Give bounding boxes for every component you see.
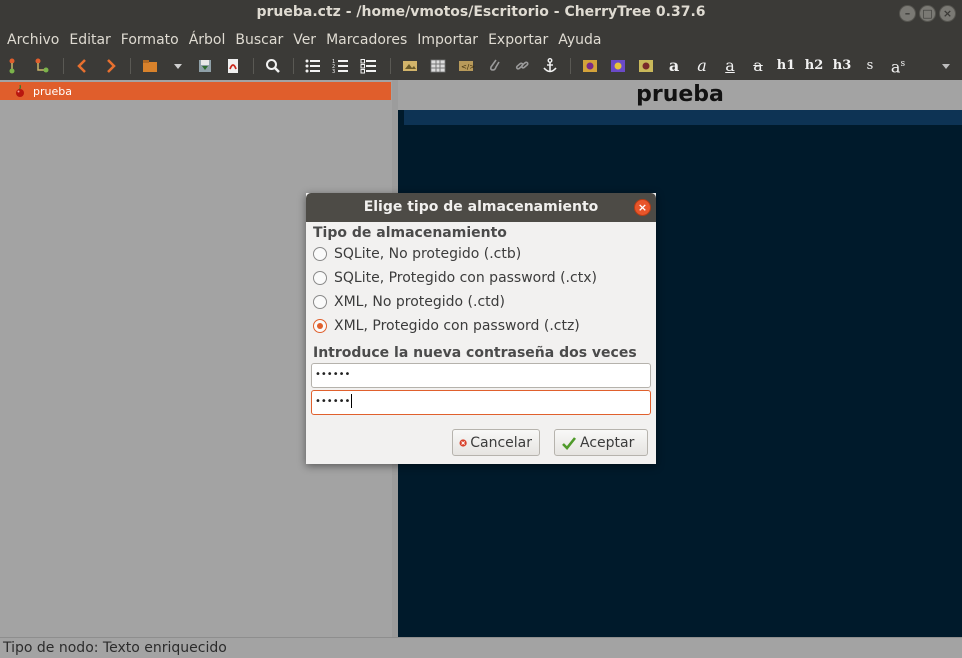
italic-icon[interactable]: a (691, 55, 713, 77)
toolbar-separator (63, 58, 64, 74)
minimize-icon[interactable]: – (899, 5, 916, 22)
h2-icon[interactable]: h2 (803, 55, 825, 77)
password-confirm-field[interactable]: •••••• (311, 390, 651, 415)
h1-icon[interactable]: h1 (775, 55, 797, 77)
radio-sqlite-unprotected[interactable]: SQLite, No protegido (.ctb) (313, 244, 521, 264)
radio-xml-unprotected[interactable]: XML, No protegido (.ctd) (313, 292, 505, 312)
checkmark-icon (562, 436, 577, 450)
menu-arbol[interactable]: Árbol (184, 28, 231, 52)
radio-button[interactable] (313, 271, 327, 285)
tree-node[interactable]: prueba (0, 82, 391, 100)
superscript-icon[interactable]: as (887, 55, 909, 77)
export-pdf-icon[interactable] (222, 55, 244, 77)
radio-label: XML, No protegido (.ctd) (334, 294, 505, 310)
radio-xml-protected[interactable]: XML, Protegido con password (.ctz) (313, 316, 580, 336)
menu-ayuda[interactable]: Ayuda (553, 28, 606, 52)
insert-file-icon[interactable] (483, 55, 505, 77)
svg-text:3: 3 (332, 69, 335, 75)
statusbar: Tipo de nodo: Texto enriquecido (0, 637, 962, 658)
underline-icon[interactable]: a (719, 55, 741, 77)
menu-exportar[interactable]: Exportar (483, 28, 553, 52)
dialog-titlebar: Elige tipo de almacenamiento × (306, 193, 656, 222)
add-node-icon[interactable] (1, 55, 23, 77)
toolbar-separator (253, 58, 254, 74)
radio-label: XML, Protegido con password (.ctz) (334, 318, 580, 334)
radio-label: SQLite, Protegido con password (.ctx) (334, 270, 597, 286)
small-text-icon[interactable]: s (859, 55, 881, 77)
node-title-bar: prueba (398, 80, 962, 110)
menu-editar[interactable]: Editar (64, 28, 115, 52)
clear-formatting-icon[interactable] (635, 55, 657, 77)
window-controls: – □ × (899, 5, 956, 22)
add-subnode-icon[interactable] (31, 55, 53, 77)
window-title: prueba.ctz - /home/vmotos/Escritorio - C… (256, 4, 706, 20)
strikethrough-icon[interactable]: a (747, 55, 769, 77)
password-label: Introduce la nueva contraseña dos veces (313, 345, 637, 361)
radio-button[interactable] (313, 247, 327, 261)
radio-button[interactable] (313, 295, 327, 309)
forward-icon[interactable] (100, 55, 122, 77)
save-icon[interactable] (194, 55, 216, 77)
dialog-title: Elige tipo de almacenamiento (363, 199, 599, 215)
numbered-list-icon[interactable]: 123 (330, 55, 352, 77)
radio-button-checked[interactable] (313, 319, 327, 333)
highlight-color-icon[interactable] (607, 55, 629, 77)
statusbar-text: Tipo de nodo: Texto enriquecido (3, 640, 227, 656)
menu-ver[interactable]: Ver (288, 28, 321, 52)
toolbar-separator (130, 58, 131, 74)
maximize-icon[interactable]: □ (919, 5, 936, 22)
toolbar-separator (570, 58, 571, 74)
insert-table-icon[interactable] (427, 55, 449, 77)
radio-label: SQLite, No protegido (.ctb) (334, 246, 522, 262)
accept-button[interactable]: Aceptar (554, 429, 648, 456)
svg-text:</>: </> (461, 63, 475, 71)
toolbar: 123 </> a a a a h1 h2 h3 s as (0, 52, 962, 80)
storage-type-label: Tipo de almacenamiento (313, 225, 507, 241)
menubar: Archivo Editar Formato Árbol Buscar Ver … (0, 28, 962, 52)
cancel-button[interactable]: Cancelar (452, 429, 540, 456)
insert-link-icon[interactable] (511, 55, 533, 77)
storage-type-dialog: Elige tipo de almacenamiento × Tipo de a… (306, 193, 656, 464)
radio-sqlite-protected[interactable]: SQLite, Protegido con password (.ctx) (313, 268, 597, 288)
menu-marcadores[interactable]: Marcadores (321, 28, 412, 52)
text-color-icon[interactable] (579, 55, 601, 77)
node-title: prueba (636, 82, 724, 107)
close-icon[interactable]: × (939, 5, 956, 22)
back-icon[interactable] (71, 55, 93, 77)
bold-icon[interactable]: a (663, 55, 685, 77)
close-icon[interactable]: × (634, 199, 651, 216)
h3-icon[interactable]: h3 (831, 55, 853, 77)
open-file-icon[interactable] (139, 55, 161, 77)
menu-buscar[interactable]: Buscar (230, 28, 288, 52)
window-titlebar: prueba.ctz - /home/vmotos/Escritorio - C… (0, 0, 962, 28)
toolbar-separator (390, 58, 391, 74)
menu-importar[interactable]: Importar (412, 28, 483, 52)
current-line-highlight (404, 110, 962, 125)
text-caret (351, 394, 353, 408)
password-field[interactable]: •••••• (311, 363, 651, 388)
menu-archivo[interactable]: Archivo (2, 28, 64, 52)
cherry-icon (16, 84, 24, 97)
toolbar-overflow-icon[interactable] (935, 55, 957, 77)
cancel-icon (459, 438, 467, 447)
insert-anchor-icon[interactable] (539, 55, 561, 77)
search-icon[interactable] (262, 55, 284, 77)
insert-image-icon[interactable] (399, 55, 421, 77)
menu-formato[interactable]: Formato (116, 28, 184, 52)
toolbar-separator (293, 58, 294, 74)
todo-list-icon[interactable] (358, 55, 380, 77)
bulleted-list-icon[interactable] (302, 55, 324, 77)
tree-node-label: prueba (33, 84, 72, 98)
chevron-down-icon[interactable] (167, 55, 189, 77)
insert-codebox-icon[interactable]: </> (455, 55, 477, 77)
